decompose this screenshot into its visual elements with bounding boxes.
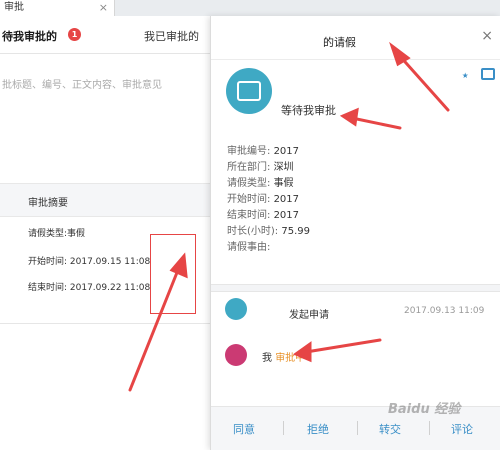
close-icon[interactable]: × — [481, 28, 493, 44]
watermark: Baidu 经验 — [388, 402, 461, 417]
start-time-line[interactable]: 开始时间: 2017.09.15 11:08 — [28, 254, 150, 267]
approval-list-panel: 待我审批的 1 我已审批的 批标题、编号、正文内容、审批意见 审批摘要 请假类型… — [0, 16, 210, 450]
divider — [283, 421, 284, 435]
transfer-button[interactable]: 转交 — [379, 421, 401, 437]
field-reason: 请假事由: — [227, 242, 271, 253]
field-end-time: 结束时间: 2017 — [227, 210, 300, 221]
field-leave-type: 请假类型: 事假 — [227, 178, 294, 189]
pending-count-badge: 1 — [68, 28, 81, 41]
search-input[interactable]: 批标题、编号、正文内容、审批意见 — [0, 71, 210, 101]
tab-approved[interactable]: 我已审批的 — [144, 28, 199, 44]
approval-tabs: 待我审批的 1 我已审批的 — [0, 16, 210, 54]
comment-button[interactable]: 评论 — [451, 421, 473, 437]
field-start-time: 开始时间: 2017 — [227, 194, 300, 205]
field-approval-number: 审批编号: 2017 — [227, 146, 300, 157]
summary-header-label: 审批摘要 — [28, 198, 68, 209]
summary-header: 审批摘要 — [0, 183, 210, 217]
end-time-line[interactable]: 结束时间: 2017.09.22 11:08 — [28, 280, 150, 293]
tab-pending-approval[interactable]: 待我审批的 — [2, 28, 57, 44]
divider — [357, 421, 358, 435]
print-icon[interactable] — [481, 68, 495, 80]
highlight-box — [150, 234, 196, 314]
avatar — [225, 298, 247, 320]
share-icon[interactable]: ⭑ — [462, 68, 468, 83]
pending-status: 审批中 — [275, 353, 306, 364]
flow-initiated-date: 2017.09.13 11:09 — [404, 306, 485, 316]
status-text: 等待我审批 — [281, 104, 336, 117]
leave-type-line[interactable]: 请假类型:事假 — [28, 226, 85, 239]
detail-title: 的请假 — [323, 36, 356, 49]
divider — [0, 323, 210, 324]
flow-initiated: 发起申请 — [289, 310, 329, 321]
detail-header: 的请假 × — [211, 16, 500, 60]
field-duration: 时长(小时): 75.99 — [227, 226, 310, 237]
approve-button[interactable]: 同意 — [233, 421, 255, 437]
card-icon — [237, 81, 261, 101]
window-tab-strip: 审批 × — [0, 0, 500, 16]
close-icon[interactable]: × — [99, 0, 108, 16]
avatar — [226, 68, 272, 114]
window-tab-approval[interactable]: 审批 × — [0, 0, 115, 16]
divider — [429, 421, 430, 435]
reject-button[interactable]: 拒绝 — [307, 421, 329, 437]
flow-pending: 我 审批中 — [262, 353, 306, 364]
approval-detail-panel: 的请假 × 等待我审批 ⭑ 审批编号: 2017 所在部门: 深圳 请假类型: … — [210, 16, 500, 450]
avatar — [225, 344, 247, 366]
field-department: 所在部门: 深圳 — [227, 162, 294, 173]
section-divider — [211, 284, 500, 292]
window-tab-title: 审批 — [4, 2, 24, 13]
